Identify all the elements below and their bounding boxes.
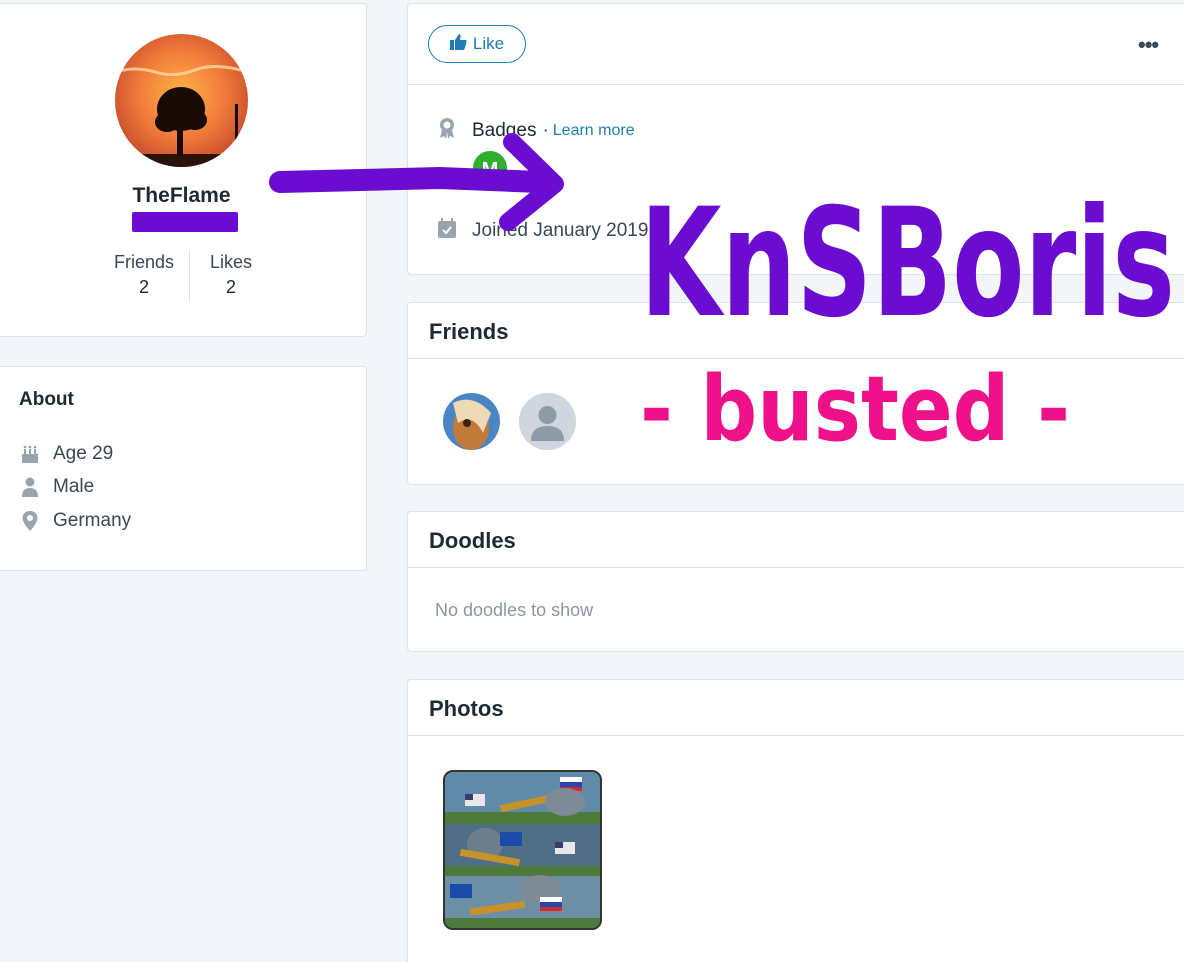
default-user-icon <box>519 393 576 450</box>
joined-row: Joined January 2019 <box>438 218 648 244</box>
person-icon <box>21 477 39 497</box>
profile-avatar[interactable] <box>115 34 248 167</box>
learn-more-link[interactable]: Learn more <box>553 122 635 140</box>
about-gender-row: Male <box>21 476 94 498</box>
photos-divider <box>408 735 1184 736</box>
likes-stat[interactable]: Likes 2 <box>199 252 263 298</box>
doodles-title: Doodles <box>429 528 516 553</box>
calendar-check-icon <box>438 218 456 244</box>
thumbs-up-icon <box>449 33 467 55</box>
friends-stat-count: 2 <box>138 277 149 297</box>
about-location: Germany <box>53 510 132 531</box>
doodles-empty-text: No doodles to show <box>435 600 594 620</box>
about-card: About Age 29 Male Germany <box>0 366 367 571</box>
friends-title: Friends <box>429 319 509 344</box>
likes-stat-count: 2 <box>225 277 236 297</box>
profile-username: TheFlame <box>132 184 231 207</box>
friends-divider <box>408 358 1184 359</box>
stat-divider <box>189 250 190 302</box>
profile-actions-card: Like ••• Badges · Learn more M Joined Ja… <box>407 3 1184 275</box>
friend-avatar[interactable] <box>519 393 576 450</box>
badge-m[interactable]: M <box>471 149 509 187</box>
doodles-divider <box>408 567 1184 568</box>
friends-stat-label: Friends <box>113 252 175 272</box>
badges-label: Badges <box>472 120 537 141</box>
location-pin-icon <box>21 511 39 531</box>
like-button-label: Like <box>472 34 505 53</box>
joined-date: Joined January 2019 <box>472 220 649 241</box>
about-age: Age 29 <box>53 443 114 464</box>
about-title: About <box>19 389 74 410</box>
friends-card: Friends <box>407 302 1184 485</box>
likes-stat-label: Likes <box>209 252 253 272</box>
doodles-card: Doodles No doodles to show <box>407 511 1184 652</box>
badge-ribbon-icon <box>438 117 456 145</box>
photos-card: Photos <box>407 679 1184 962</box>
about-gender: Male <box>53 476 95 497</box>
badges-separator: · <box>542 120 549 141</box>
friends-stat[interactable]: Friends 2 <box>109 252 179 298</box>
about-location-row: Germany <box>21 510 131 532</box>
cake-icon <box>21 444 39 464</box>
actions-divider <box>408 84 1184 85</box>
photo-thumbnail[interactable] <box>443 770 602 930</box>
photos-title: Photos <box>429 696 504 721</box>
like-button[interactable]: Like <box>428 25 526 63</box>
more-options-icon[interactable]: ••• <box>1138 32 1159 58</box>
badges-row: Badges · Learn more <box>438 117 635 145</box>
profile-card: TheFlame Friends 2 Likes 2 <box>0 3 367 337</box>
friend-avatar[interactable] <box>443 393 500 450</box>
about-age-row: Age 29 <box>21 443 113 465</box>
